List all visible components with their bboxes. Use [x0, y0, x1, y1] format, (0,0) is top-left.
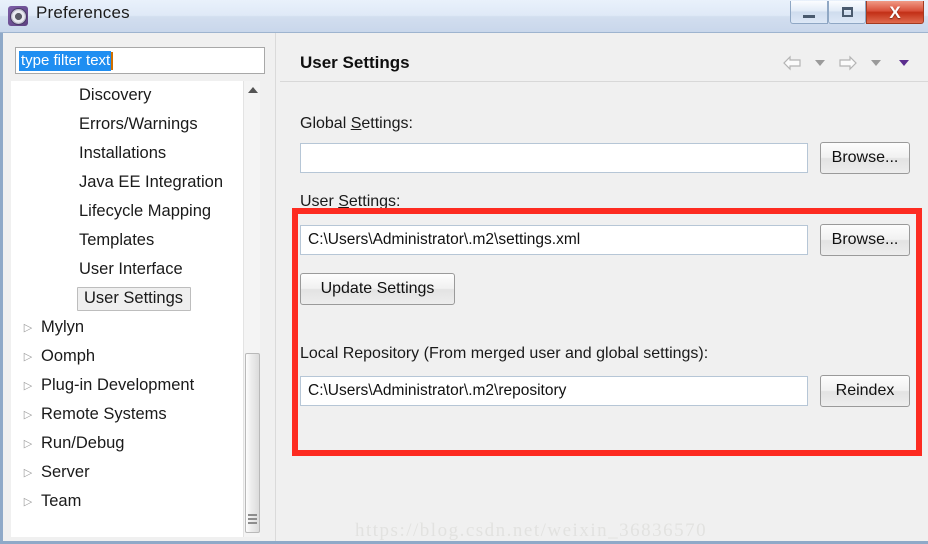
tree-expander-icon[interactable]: ▷	[17, 466, 39, 479]
caret-up-icon	[247, 87, 258, 93]
sidebar-item-discovery[interactable]: Discovery	[11, 81, 259, 110]
sidebar-item-label: Oomph	[41, 347, 96, 365]
preferences-tree[interactable]: Discovery Errors/Warnings Installations Jav…	[11, 81, 259, 537]
watermark-text: https://blog.csdn.net/weixin_36836570	[355, 520, 708, 541]
sidebar-item-user-settings[interactable]: User Settings	[11, 284, 259, 313]
scrollbar-grip-icon	[248, 514, 257, 526]
scroll-up-button[interactable]	[244, 81, 261, 99]
sidebar-scrollbar[interactable]	[243, 81, 260, 537]
reindex-button[interactable]: Reindex	[820, 375, 910, 407]
sidebar-item-java-ee-integration[interactable]: Java EE Integration	[11, 168, 259, 197]
window-title: Preferences	[36, 3, 130, 22]
tree-expander-icon[interactable]: ▷	[17, 350, 39, 363]
sidebar-item-label: Templates	[79, 231, 155, 249]
page-view-menu[interactable]	[892, 53, 916, 73]
chevron-down-icon	[871, 60, 881, 66]
header-divider	[280, 81, 928, 82]
sidebar-item-label: Installations	[79, 144, 167, 162]
tree-expander-icon[interactable]: ▷	[17, 379, 39, 392]
user-settings-input[interactable]: C:\Users\Administrator\.m2\settings.xml	[300, 225, 808, 255]
update-settings-button[interactable]: Update Settings	[300, 273, 455, 305]
filter-input[interactable]: type filter text	[15, 47, 265, 74]
tree-expander-icon[interactable]: ▷	[17, 321, 39, 334]
sidebar-item-plug-in-development[interactable]: ▷ Plug-in Development	[11, 371, 259, 400]
preferences-gear-icon	[8, 6, 28, 26]
sidebar-item-label: Errors/Warnings	[79, 115, 198, 133]
sidebar-item-label: User Interface	[79, 260, 183, 278]
sidebar-item-label: Team	[41, 492, 82, 510]
page-navigation	[780, 53, 916, 73]
chevron-down-icon	[899, 60, 909, 66]
sidebar-item-lifecycle-mapping[interactable]: Lifecycle Mapping	[11, 197, 259, 226]
scrollbar-thumb[interactable]	[245, 353, 260, 533]
back-history-dropdown[interactable]	[808, 53, 832, 73]
sidebar-item-label: Java EE Integration	[79, 173, 224, 191]
local-repository-label: Local Repository (From merged user and g…	[300, 345, 709, 362]
sidebar-item-remote-systems[interactable]: ▷ Remote Systems	[11, 400, 259, 429]
filter-input-value: type filter text	[19, 50, 112, 71]
tree-expander-icon[interactable]: ▷	[17, 437, 39, 450]
sidebar-item-label: Mylyn	[41, 318, 85, 336]
close-button[interactable]: X	[866, 1, 924, 24]
sidebar-item-label: Remote Systems	[41, 405, 167, 423]
back-arrow-icon[interactable]	[780, 53, 804, 73]
preferences-window: Preferences X type filter text Discovery…	[0, 0, 928, 544]
minimize-icon	[803, 14, 815, 18]
window-controls: X	[790, 1, 924, 25]
sidebar-item-team[interactable]: ▷ Team	[11, 487, 259, 516]
sidebar-item-oomph[interactable]: ▷ Oomph	[11, 342, 259, 371]
forward-arrow-icon[interactable]	[836, 53, 860, 73]
sidebar-item-server[interactable]: ▷ Server	[11, 458, 259, 487]
sidebar-item-label: Lifecycle Mapping	[79, 202, 212, 220]
tree-expander-icon[interactable]: ▷	[17, 408, 39, 421]
forward-history-dropdown[interactable]	[864, 53, 888, 73]
back-arrow-glyph	[783, 55, 801, 71]
sidebar-item-label: Server	[41, 463, 90, 481]
maximize-button[interactable]	[828, 1, 866, 24]
close-icon: X	[889, 2, 901, 22]
sidebar-item-templates[interactable]: Templates	[11, 226, 259, 255]
local-repository-input[interactable]: C:\Users\Administrator\.m2\repository	[300, 376, 808, 406]
page-title: User Settings	[300, 53, 410, 72]
sidebar-item-label: Discovery	[79, 86, 152, 104]
sidebar-item-errors-warnings[interactable]: Errors/Warnings	[11, 110, 259, 139]
tree-expander-icon[interactable]: ▷	[17, 495, 39, 508]
sidebar-item-installations[interactable]: Installations	[11, 139, 259, 168]
sidebar-item-mylyn[interactable]: ▷ Mylyn	[11, 313, 259, 342]
dialog-client-area: type filter text Discovery Errors/Warning…	[0, 33, 928, 544]
sidebar-item-label: Plug-in Development	[41, 376, 195, 394]
maximize-icon	[841, 7, 853, 17]
user-settings-label: User Settings:	[300, 193, 401, 210]
user-settings-page: User Settings Global Settings: Browse...…	[280, 33, 928, 541]
window-titlebar: Preferences X	[0, 0, 928, 33]
preferences-sidebar: type filter text Discovery Errors/Warning…	[3, 33, 280, 541]
sidebar-item-user-interface[interactable]: User Interface	[11, 255, 259, 284]
text-caret	[111, 51, 114, 70]
forward-arrow-glyph	[839, 55, 857, 71]
sidebar-item-run-debug[interactable]: ▷ Run/Debug	[11, 429, 259, 458]
chevron-down-icon	[815, 60, 825, 66]
sidebar-item-label: User Settings	[77, 286, 192, 311]
minimize-button[interactable]	[790, 1, 828, 24]
global-settings-label: Global Settings:	[300, 115, 413, 132]
global-settings-input[interactable]	[300, 143, 808, 173]
global-settings-browse-button[interactable]: Browse...	[820, 142, 910, 174]
user-settings-browse-button[interactable]: Browse...	[820, 224, 910, 256]
sidebar-item-label: Run/Debug	[41, 434, 125, 452]
